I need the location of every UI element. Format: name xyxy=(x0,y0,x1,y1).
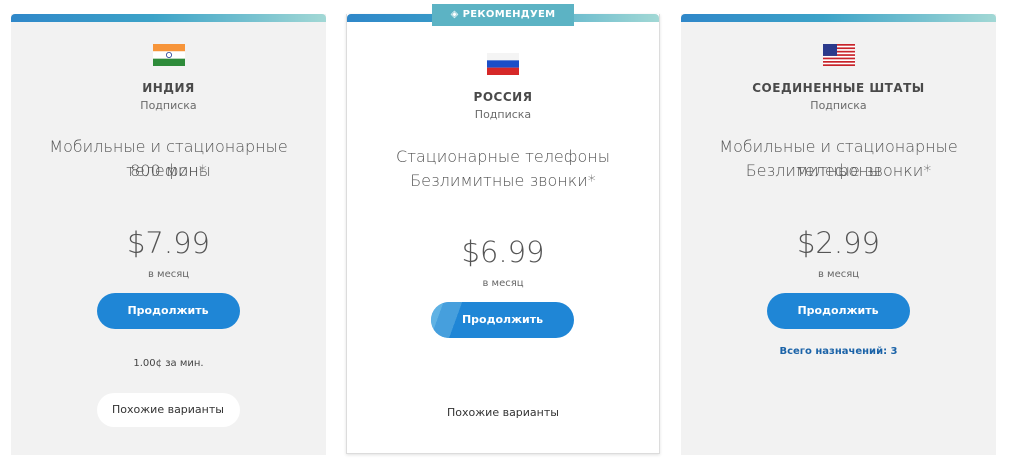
plans-container: ИНДИЯ Подписка Мобильные и стационарные … xyxy=(0,0,1011,476)
plan-type: Подписка xyxy=(810,99,867,112)
plan-type: Подписка xyxy=(474,108,532,121)
plan-price: $2.99 xyxy=(796,226,881,260)
country-name: ИНДИЯ xyxy=(142,81,195,95)
price-period: в месяц xyxy=(147,269,190,280)
recommended-badge: ◈ РЕКОМЕНДУЕМ xyxy=(432,4,574,26)
price-period: в месяц xyxy=(817,269,860,280)
similar-options-button[interactable]: Похожие варианты xyxy=(96,393,240,427)
card-top-bar xyxy=(681,14,996,22)
diamond-icon: ◈ xyxy=(450,9,459,20)
plan-description-line-2: Безлимитные звонки* xyxy=(410,171,596,190)
plan-type: Подписка xyxy=(140,99,197,112)
plan-card-russia: ◈ РЕКОМЕНДУЕМ РОССИЯ Подписка Стационарны… xyxy=(346,4,660,454)
price-period: в месяц xyxy=(482,278,524,289)
plan-description-line-2: 800 мин* xyxy=(130,161,207,180)
plan-price: $7.99 xyxy=(126,226,211,260)
plan-description-line-1: Стационарные телефоны xyxy=(396,147,610,166)
continue-button-label: Продолжить xyxy=(127,304,209,317)
all-destinations-link[interactable]: Всего назначений: 3 xyxy=(681,346,996,357)
country-name: СОЕДИНЕННЫЕ ШТАТЫ xyxy=(752,81,925,95)
flag-india-icon xyxy=(152,44,185,66)
continue-button[interactable]: Продолжить xyxy=(766,293,910,329)
plan-card-india: ИНДИЯ Подписка Мобильные и стационарные … xyxy=(11,14,326,455)
recommended-label: РЕКОМЕНДУЕМ xyxy=(462,9,556,20)
flag-usa-icon xyxy=(822,44,855,66)
continue-button-label: Продолжить xyxy=(797,304,879,317)
plan-card-usa: СОЕДИНЕННЫЕ ШТАТЫ Подписка Мобильные и с… xyxy=(681,14,996,455)
continue-button[interactable]: Продолжить xyxy=(96,293,240,329)
flag-russia-icon xyxy=(487,53,519,75)
plan-price: $6.99 xyxy=(461,235,545,269)
continue-button[interactable]: Продолжить xyxy=(431,302,574,338)
continue-button-label: Продолжить xyxy=(461,313,544,326)
per-minute-rate: 1.00¢ за мин. xyxy=(133,358,204,369)
card-top-bar xyxy=(11,14,326,22)
country-name: РОССИЯ xyxy=(473,90,533,104)
similar-options-link[interactable]: Похожие варианты xyxy=(347,406,659,419)
plan-description-line-2: Безлимитные звонки* xyxy=(745,161,932,180)
